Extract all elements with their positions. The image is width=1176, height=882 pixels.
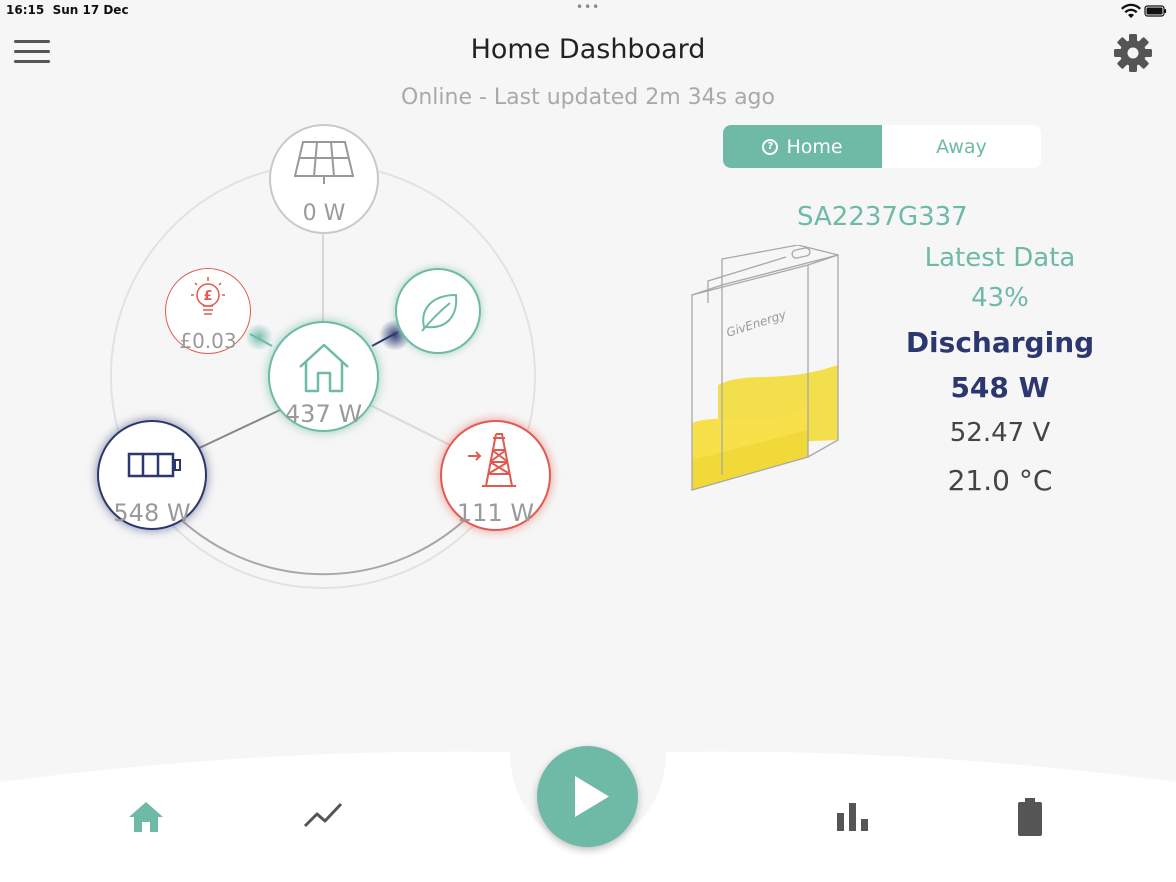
battery-state: Discharging [905,326,1095,359]
home-node[interactable]: 437 W [268,321,379,432]
lightbulb-pound-icon: £ [191,277,225,315]
mode-away-button[interactable]: Away [882,125,1041,168]
solar-panel-icon [293,141,355,184]
grid-node[interactable]: 111 W [440,420,551,531]
status-bar: 16:15 Sun 17 Dec ••• [0,0,1176,22]
battery-home-line [194,409,281,451]
battery-tab-icon[interactable] [1017,797,1043,837]
play-button[interactable] [537,746,638,847]
house-icon [299,343,349,393]
cost-value: £0.03 [179,329,237,353]
solar-node[interactable]: 0 W [269,124,379,234]
home-value: 437 W [284,400,363,428]
grid-home-line [369,404,451,446]
leaf-icon [421,293,458,332]
brand-text: GivEnergy [725,307,789,340]
solar-value: 0 W [302,201,346,226]
latest-data-label: Latest Data [924,243,1076,273]
state-of-charge: 43% [971,283,1029,313]
page-title: Home Dashboard [470,34,706,65]
battery-3d-image[interactable]: GivEnergy [688,245,843,505]
eco-node[interactable] [395,268,481,354]
play-icon [575,776,609,817]
mode-away-label: Away [936,135,987,158]
pylon-icon [468,433,516,487]
battery-grid-arc [170,509,476,576]
home-icon[interactable] [127,800,165,834]
status-time: 16:15 Sun 17 Dec [6,3,129,17]
settings-gear-icon[interactable] [1113,33,1153,73]
battery-power: 548 W [950,371,1050,404]
multitask-dots-icon[interactable]: ••• [576,0,600,14]
help-circle-icon: ? [762,138,779,155]
bar-chart-icon[interactable] [836,801,870,833]
clock-time: 16:15 [6,3,45,17]
cost-node[interactable]: £ £0.03 [165,268,251,354]
wifi-battery-status-icon [1121,3,1167,18]
home-away-toggle[interactable]: ? Home Away [723,125,1041,168]
clock-date: Sun 17 Dec [52,3,129,17]
grid-value: 111 W [456,499,535,527]
battery-temperature: 21.0 °C [947,464,1053,497]
mode-home-button[interactable]: ? Home [723,125,882,168]
energy-flow-diagram: 0 W £ £0.03 437 W 548 W 111 W [0,100,660,620]
battery-voltage: 52.47 V [949,418,1051,448]
battery-serial: SA2237G337 [797,202,968,232]
battery-value: 548 W [113,499,191,527]
svg-text:£: £ [203,289,212,304]
trend-line-icon[interactable] [303,800,345,830]
battery-node[interactable]: 548 W [97,420,207,530]
battery-icon [127,452,181,478]
mode-home-label: Home [786,135,843,158]
